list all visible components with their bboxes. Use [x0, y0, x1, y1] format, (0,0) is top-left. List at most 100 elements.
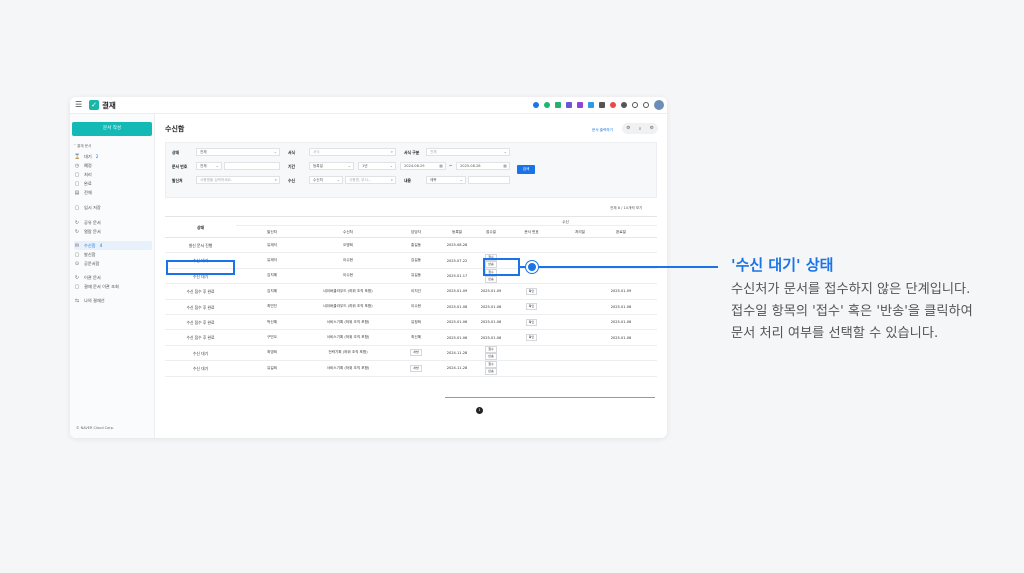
- status-column: 상태 발신 문서 진행 수신 대기 수신 대기 수신 접수 후 완료 수신 접수 후 완…: [165, 216, 236, 377]
- sender-cell: 유재석: [267, 242, 277, 247]
- docno-input[interactable]: [224, 162, 280, 170]
- bell-icon[interactable]: [610, 102, 616, 108]
- print-document-link[interactable]: 문서 출력하기: [592, 128, 613, 133]
- sidebar-item[interactable]: ◷ 예정: [74, 161, 152, 170]
- content-input[interactable]: [468, 176, 510, 184]
- settings-icon[interactable]: [643, 102, 649, 108]
- settings-icon[interactable]: ⚙: [626, 126, 630, 131]
- status-select[interactable]: 전체 ⌄: [196, 148, 280, 156]
- apps-grid-icon[interactable]: [599, 102, 605, 108]
- period-type-select[interactable]: 등록일 ⌄: [309, 162, 354, 170]
- search-icon[interactable]: ⌕: [391, 177, 393, 183]
- table-row[interactable]: 김지혜 네이버클라우드 (하위 조직 포함) 이지선 2025.01.09 2025.0…: [236, 284, 657, 300]
- accept-button[interactable]: 접수: [485, 345, 497, 353]
- table-row[interactable]: 김지혜 이수현 유길동 2025.01.17 접수반송: [236, 268, 657, 285]
- page-tools: ⚙ ⌕ ⚙: [622, 123, 658, 134]
- sidebar-item[interactable]: ▢ 임시 저장: [74, 203, 152, 212]
- date-cell: 2025.01.06: [446, 304, 468, 309]
- org-chart-icon[interactable]: [621, 102, 627, 108]
- table-row[interactable]: 박신혜 서비스기획 (하위 조직 포함) 유정희 2025.01.06 2025.01.…: [236, 315, 657, 331]
- table-row[interactable]: 구민오 서비스기획 (하위 조직 포함) 최신혜 2025.01.06 2025.01.…: [236, 330, 657, 346]
- column-header: 접수일: [486, 230, 496, 234]
- received-cell: 접수반송: [478, 361, 504, 376]
- status-cell: 수신 대기: [165, 361, 236, 377]
- period-range-select[interactable]: 1년 ⌄: [358, 162, 396, 170]
- table-row[interactable]: 유길희 서비스기획 (하위 조직 포함) 처방 2024.11.28 접수반송: [236, 361, 657, 377]
- content-filter-label: 내용: [404, 178, 411, 183]
- return-button[interactable]: 반송: [485, 352, 497, 360]
- avatar[interactable]: [654, 100, 664, 110]
- form-input[interactable]: 서식 ⌕: [309, 148, 396, 156]
- sidebar-item[interactable]: ▢ 완료: [74, 179, 152, 188]
- compose-document-button[interactable]: 문서 작성: [72, 122, 152, 136]
- column-header: [236, 226, 244, 237]
- sidebar-item[interactable]: ▤ 전체: [74, 188, 152, 197]
- sidebar-item[interactable]: ✉ 수신함 4: [74, 241, 152, 250]
- receive-type-select[interactable]: 수신처 ⌄: [309, 176, 343, 184]
- menu-icon[interactable]: ☰: [75, 101, 82, 109]
- receive-input[interactable]: 사용명, 부서... ⌕: [345, 176, 396, 184]
- receiver-cell: 서비스기획 (하위 조직 포함): [326, 319, 370, 324]
- receiver-cell: 이수현: [343, 273, 353, 278]
- form-type-select[interactable]: 전체 ⌄: [426, 148, 510, 156]
- calendar-icon[interactable]: ▦: [439, 163, 443, 169]
- sidebar-item[interactable]: ↻ 열람 문서: [74, 227, 152, 236]
- done-cell: 2025.01.06: [610, 304, 632, 309]
- annotation-title: '수신 대기' 상태: [731, 256, 834, 274]
- callout-line: [538, 266, 718, 268]
- check-button[interactable]: 확인: [525, 303, 538, 311]
- sidebar-item[interactable]: ⇆ 나의 결재선: [74, 296, 152, 305]
- docno-select[interactable]: 전체 ⌄: [196, 162, 222, 170]
- return-button[interactable]: 반송: [485, 275, 497, 283]
- sidebar-item[interactable]: ↻ 이관 문서: [74, 273, 152, 282]
- table-row[interactable]: 유재석 오명희 홍길동 2025.08.28: [236, 238, 657, 254]
- page-button-current[interactable]: 1: [476, 407, 483, 414]
- return-button[interactable]: 반송: [485, 368, 497, 376]
- approval-logo-icon: ✓: [89, 100, 99, 110]
- date-to-input[interactable]: 2025.08.28 ▦: [456, 162, 510, 170]
- annotation-line: 문서 처리 여부를 선택할 수 있습니다.: [731, 326, 939, 341]
- search-icon[interactable]: ⌕: [391, 149, 393, 155]
- docno-cell: 확인: [504, 287, 559, 295]
- search-icon[interactable]: ⌕: [275, 177, 277, 183]
- help-icon[interactable]: [632, 102, 638, 108]
- view-count-selector[interactable]: 전체 8 / 10개씩 보기: [610, 206, 642, 211]
- calendar-icon[interactable]: ▦: [503, 163, 507, 169]
- search-button[interactable]: 검색: [517, 165, 535, 174]
- receiver-cell: 네이버클라우드 (하위 조직 포함): [323, 304, 373, 309]
- date-from-input[interactable]: 2024.08.29 ▦: [400, 162, 446, 170]
- drive-icon[interactable]: [588, 102, 594, 108]
- status-filter-label: 상태: [172, 150, 179, 155]
- mail-icon[interactable]: [555, 102, 561, 108]
- manager-button[interactable]: 처방: [410, 349, 422, 357]
- note-icon[interactable]: [577, 102, 583, 108]
- sidebar-item[interactable]: ⊙ 공문서함: [74, 259, 152, 268]
- sidebar-group-label[interactable]: ˅ 결재 문서: [74, 144, 91, 149]
- search-icon[interactable]: ⌕: [639, 126, 642, 132]
- content-type-select[interactable]: 제목 ⌄: [426, 176, 466, 184]
- check-button[interactable]: 확인: [525, 287, 538, 295]
- column-header: 등록일: [452, 230, 462, 234]
- talk-icon[interactable]: [544, 102, 550, 108]
- accept-button[interactable]: 접수: [485, 361, 497, 369]
- sidebar-item[interactable]: ▢ 처리: [74, 170, 152, 179]
- more-icon[interactable]: ⚙: [650, 126, 654, 131]
- status-cell: 수신 접수 후 완료: [165, 315, 236, 331]
- sender-input[interactable]: 사용명을 입력하세요. ⌕: [196, 176, 280, 184]
- table-row[interactable]: 최민진 네이버클라우드 (하위 조직 포함) 이수현 2025.01.06 2025.0…: [236, 300, 657, 315]
- status-cell: 발신 문서 진행: [165, 238, 236, 254]
- check-button[interactable]: 확인: [525, 318, 538, 326]
- table-row[interactable]: 최영희 전략기획 (하위 조직 포함) 처방 2024.11.28 접수반송: [236, 345, 657, 362]
- sidebar-item[interactable]: ▢ 발신함: [74, 250, 152, 259]
- manager-button[interactable]: 처방: [410, 364, 422, 372]
- highlight-status-box: [166, 260, 235, 275]
- sidebar-item-icon: ↻: [74, 274, 80, 281]
- sidebar-item[interactable]: ▢ 결재 문서 이관 조회: [74, 282, 152, 291]
- manager-cell: 최신혜: [411, 335, 421, 340]
- sidebar-item[interactable]: ↻ 공유 문서: [74, 218, 152, 227]
- calendar-icon[interactable]: [566, 102, 572, 108]
- check-button[interactable]: 확인: [525, 334, 538, 342]
- home-icon[interactable]: [533, 102, 539, 108]
- table-header-row: 발신처 수신처 담당자 등록일 접수일 문서 번호 처리일 완료일: [236, 226, 657, 238]
- sidebar-item[interactable]: ⌛ 대기 2: [74, 152, 152, 161]
